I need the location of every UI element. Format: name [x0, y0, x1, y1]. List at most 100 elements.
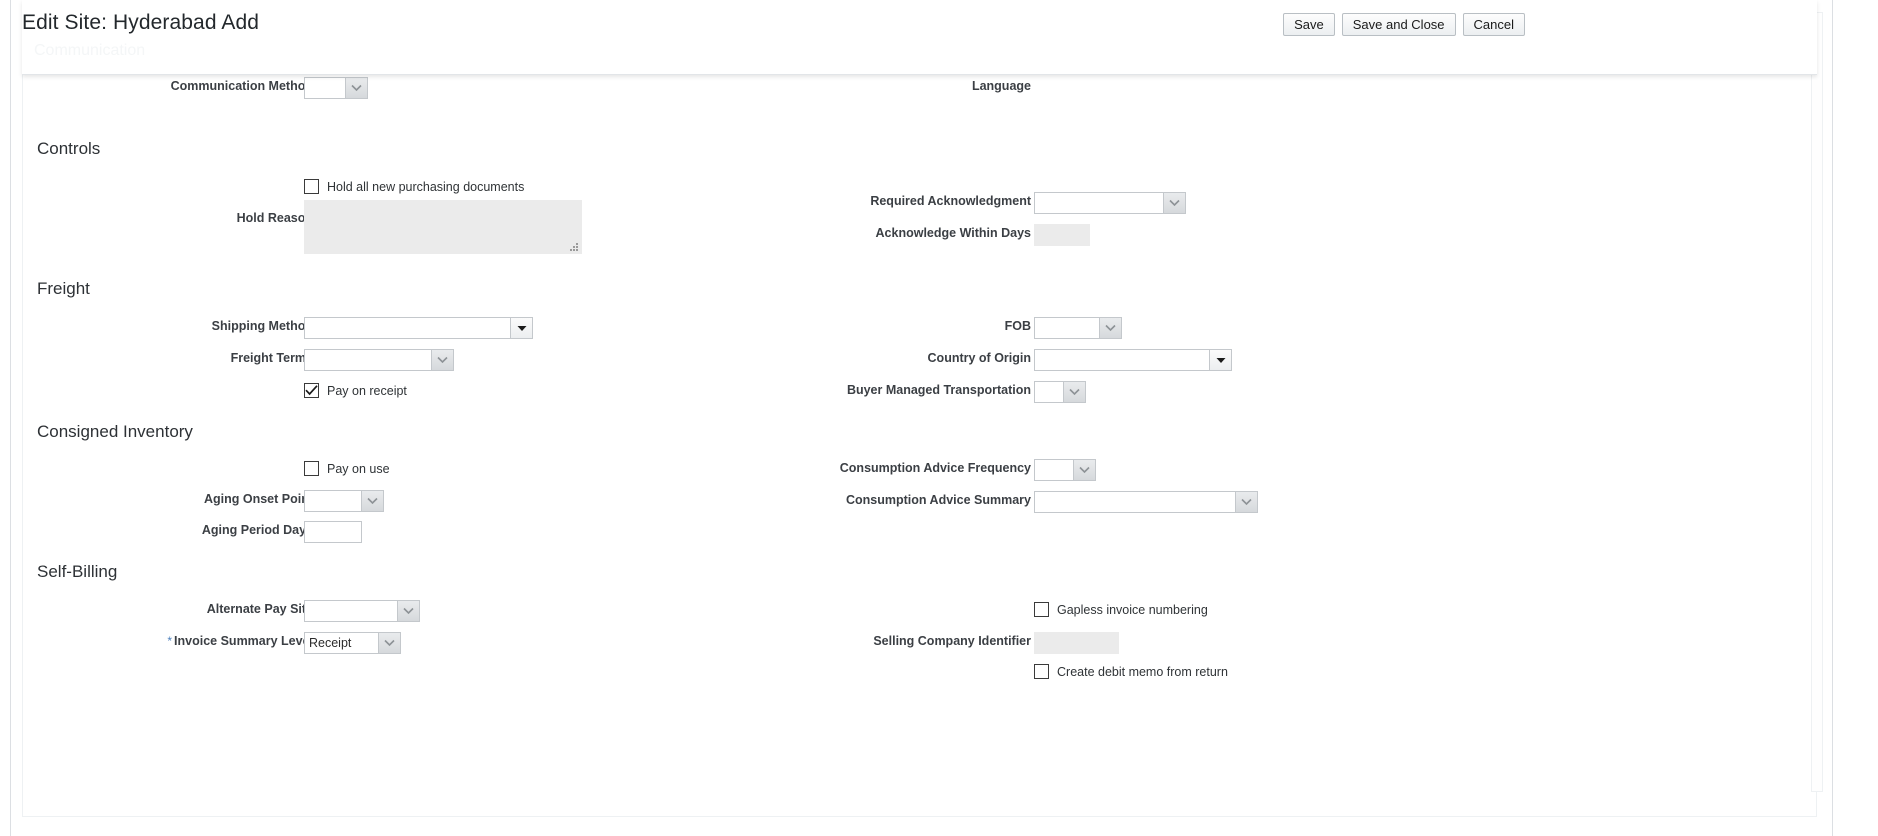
fob-label-wrap: FOB — [723, 319, 1031, 333]
aging-period-days-input[interactable] — [304, 521, 362, 543]
chevron-down-icon[interactable] — [361, 491, 383, 511]
chevron-down-icon[interactable] — [1235, 492, 1257, 512]
consumption-advice-summary-input[interactable] — [1035, 492, 1235, 512]
page-right-rule — [1832, 0, 1833, 836]
dropdown-triangle-icon[interactable] — [510, 318, 532, 338]
selling-company-identifier-input[interactable] — [1034, 632, 1119, 654]
save-button-label: Save — [1294, 17, 1324, 32]
buyer-managed-transportation-field[interactable] — [1034, 381, 1086, 403]
communication-method-label-wrap: Communication Method — [23, 79, 313, 93]
aging-onset-point-input[interactable] — [305, 491, 361, 511]
alternate-pay-site-field[interactable] — [304, 600, 420, 622]
aging-period-days-label: Aging Period Days — [201, 523, 313, 537]
dropdown-triangle-icon[interactable] — [1209, 350, 1231, 370]
hold-all-checkbox-row[interactable]: Hold all new purchasing documents — [304, 179, 524, 194]
dialog-header: Edit Site: Hyderabad Add Communication S… — [22, 0, 1817, 75]
communication-method-label: Communication Method — [170, 79, 313, 93]
consumption-advice-frequency-field[interactable] — [1034, 459, 1096, 481]
communication-method-input[interactable] — [305, 78, 345, 98]
required-acknowledgment-label-wrap: Required Acknowledgment — [723, 194, 1031, 208]
communication-method-field[interactable] — [304, 77, 368, 99]
shipping-method-label: Shipping Method — [211, 319, 313, 333]
shipping-method-label-wrap: Shipping Method — [23, 319, 313, 333]
selling-company-identifier-field[interactable] — [1034, 632, 1119, 654]
pay-on-receipt-checkbox-row[interactable]: Pay on receipt — [304, 383, 407, 398]
gapless-invoice-numbering-label: Gapless invoice numbering — [1057, 602, 1208, 617]
create-debit-memo-from-return-label: Create debit memo from return — [1057, 664, 1228, 679]
save-button[interactable]: Save — [1283, 13, 1335, 36]
section-title-freight: Freight — [37, 279, 90, 298]
gapless-invoice-numbering-checkbox[interactable] — [1034, 602, 1049, 617]
freight-terms-label-wrap: Freight Terms — [23, 351, 313, 365]
freight-terms-field[interactable] — [304, 349, 454, 371]
pay-on-use-checkbox[interactable] — [304, 461, 319, 476]
chevron-down-icon[interactable] — [1099, 318, 1121, 338]
hold-reason-field[interactable] — [304, 200, 582, 254]
chevron-down-icon[interactable] — [378, 633, 400, 653]
aging-period-days-label-wrap: Aging Period Days — [23, 523, 313, 537]
chevron-down-icon[interactable] — [431, 350, 453, 370]
country-of-origin-label: Country of Origin — [927, 351, 1031, 365]
check-icon — [305, 385, 318, 396]
country-of-origin-input[interactable] — [1035, 350, 1209, 370]
acknowledge-within-days-label-wrap: Acknowledge Within Days — [723, 226, 1031, 240]
hold-reason-textarea[interactable] — [305, 201, 581, 253]
consumption-advice-summary-label-wrap: Consumption Advice Summary — [703, 493, 1031, 507]
consumption-advice-frequency-label: Consumption Advice Frequency — [839, 461, 1031, 475]
gapless-invoice-numbering-checkbox-row[interactable]: Gapless invoice numbering — [1034, 602, 1208, 617]
section-title-controls: Controls — [37, 139, 101, 158]
save-and-close-button-label: Save and Close — [1352, 17, 1445, 32]
acknowledge-within-days-field[interactable] — [1034, 224, 1090, 246]
invoice-summary-level-input[interactable] — [305, 633, 378, 653]
chevron-down-icon[interactable] — [1073, 460, 1095, 480]
country-of-origin-field[interactable] — [1034, 349, 1232, 371]
freight-terms-label: Freight Terms — [230, 351, 313, 365]
chevron-down-icon[interactable] — [397, 601, 419, 621]
freight-terms-input[interactable] — [305, 350, 431, 370]
create-debit-memo-checkbox-row[interactable]: Create debit memo from return — [1034, 664, 1228, 679]
consumption-advice-summary-field[interactable] — [1034, 491, 1258, 513]
country-of-origin-label-wrap: Country of Origin — [723, 351, 1031, 365]
application-root: General Purchasing Receiving Invoicing P… — [0, 0, 1878, 836]
dialog-vertical-scrollbar[interactable] — [1811, 12, 1823, 792]
consumption-advice-frequency-label-wrap: Consumption Advice Frequency — [703, 461, 1031, 475]
invoice-summary-level-label-wrap: * Invoice Summary Level — [23, 634, 313, 648]
invoice-summary-level-field[interactable] — [304, 632, 401, 654]
fob-input[interactable] — [1035, 318, 1099, 338]
pay-on-receipt-label: Pay on receipt — [327, 383, 407, 398]
cancel-button[interactable]: Cancel — [1462, 13, 1525, 36]
required-acknowledgment-label: Required Acknowledgment — [870, 194, 1031, 208]
buyer-managed-transportation-input[interactable] — [1035, 382, 1063, 402]
consumption-advice-frequency-input[interactable] — [1035, 460, 1073, 480]
shipping-method-field[interactable] — [304, 317, 533, 339]
cancel-button-label: Cancel — [1473, 17, 1514, 32]
fob-field[interactable] — [1034, 317, 1122, 339]
language-label-wrap: Language — [723, 79, 1031, 93]
hold-reason-label: Hold Reason — [236, 211, 313, 225]
required-acknowledgment-input[interactable] — [1035, 193, 1163, 213]
aging-onset-point-field[interactable] — [304, 490, 384, 512]
create-debit-memo-from-return-checkbox[interactable] — [1034, 664, 1049, 679]
aging-onset-point-label: Aging Onset Point — [203, 492, 313, 506]
pay-on-receipt-checkbox[interactable] — [304, 383, 319, 398]
dialog-action-buttons: Save Save and Close Cancel — [1283, 13, 1525, 36]
hold-all-purchasing-documents-label: Hold all new purchasing documents — [327, 179, 525, 194]
save-and-close-button[interactable]: Save and Close — [1341, 13, 1456, 36]
aging-period-days-field[interactable] — [304, 521, 362, 543]
section-title-self-billing: Self-Billing — [37, 562, 118, 581]
chevron-down-icon[interactable] — [1163, 193, 1185, 213]
chevron-down-icon[interactable] — [345, 78, 367, 98]
alternate-pay-site-input[interactable] — [305, 601, 397, 621]
required-indicator-icon: * — [167, 634, 173, 648]
acknowledge-within-days-label: Acknowledge Within Days — [875, 226, 1031, 240]
shipping-method-input[interactable] — [305, 318, 510, 338]
pay-on-use-checkbox-row[interactable]: Pay on use — [304, 461, 390, 476]
hold-reason-label-wrap: Hold Reason — [23, 211, 313, 225]
invoice-summary-level-label: Invoice Summary Level — [174, 634, 313, 648]
acknowledge-within-days-input[interactable] — [1034, 224, 1090, 246]
pay-on-use-label: Pay on use — [327, 461, 390, 476]
required-acknowledgment-field[interactable] — [1034, 192, 1186, 214]
hold-all-purchasing-documents-checkbox[interactable] — [304, 179, 319, 194]
language-label: Language — [971, 79, 1031, 93]
chevron-down-icon[interactable] — [1063, 382, 1085, 402]
